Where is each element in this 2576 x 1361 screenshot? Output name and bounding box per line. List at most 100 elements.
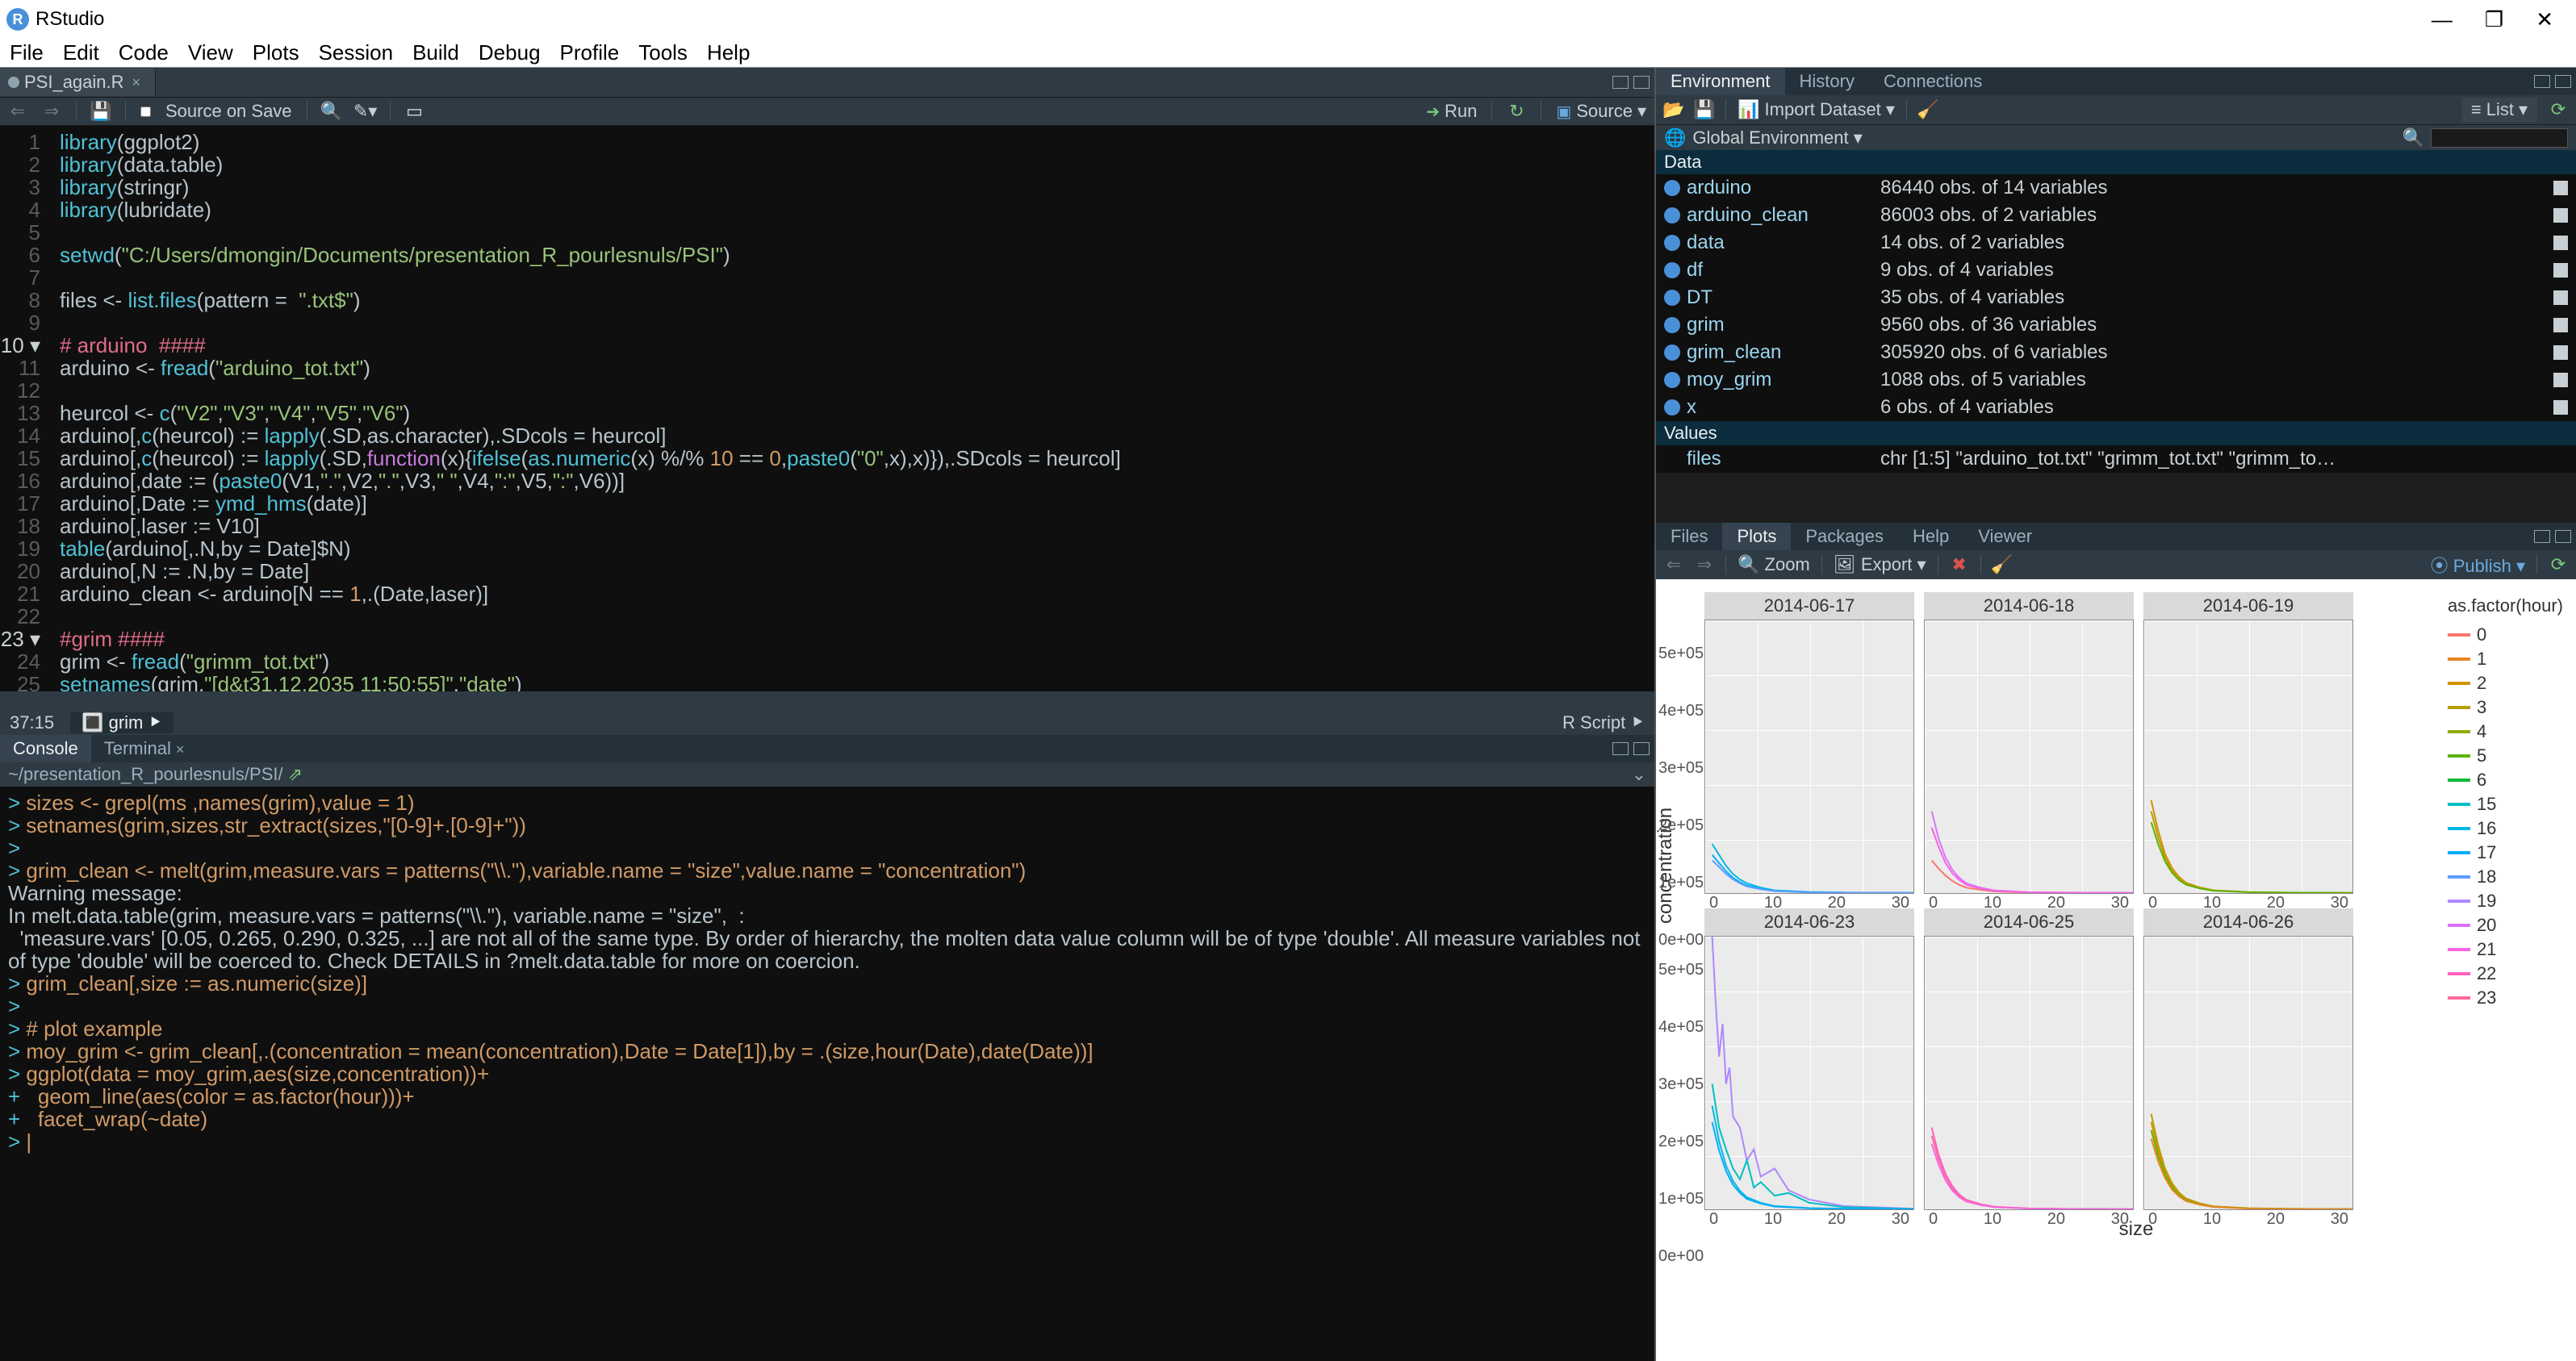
menu-build[interactable]: Build: [412, 40, 459, 65]
save-icon[interactable]: 💾: [91, 102, 111, 121]
pane-minimize-icon[interactable]: [2534, 75, 2550, 88]
clear-env-icon[interactable]: 🧹: [1918, 100, 1938, 119]
menu-plots[interactable]: Plots: [253, 40, 299, 65]
grid-icon[interactable]: [2553, 400, 2568, 415]
pane-minimize-icon[interactable]: [1612, 742, 1629, 755]
find-icon[interactable]: 🔍: [322, 102, 341, 121]
grid-icon[interactable]: [2553, 345, 2568, 360]
menu-tools[interactable]: Tools: [638, 40, 688, 65]
source-on-save-label: Source on Save: [165, 101, 292, 122]
terminal-tab[interactable]: Terminal ×: [91, 735, 198, 762]
grid-icon[interactable]: [2553, 318, 2568, 332]
pane-maximize-icon[interactable]: [1633, 76, 1650, 89]
files-tab[interactable]: Files: [1656, 523, 1722, 550]
env-item-arduino[interactable]: arduino86440 obs. of 14 variables: [1656, 174, 2576, 202]
run-icon: ➔: [1426, 102, 1440, 122]
forward-icon[interactable]: ⇒: [42, 102, 61, 121]
env-item-x[interactable]: x6 obs. of 4 variables: [1656, 394, 2576, 421]
view-mode-button[interactable]: ≡ List ▾: [2461, 98, 2537, 122]
env-item-data[interactable]: data14 obs. of 2 variables: [1656, 229, 2576, 257]
menubar: File Edit Code View Plots Session Build Debug Pr…: [0, 39, 2576, 68]
maximize-button[interactable]: ❐: [2485, 7, 2503, 32]
source-button[interactable]: ▣ Source ▾: [1556, 101, 1646, 122]
pane-maximize-icon[interactable]: [2555, 75, 2571, 88]
clear-plots-icon[interactable]: 🧹: [1993, 555, 2012, 574]
clear-console-icon[interactable]: ⌄: [1632, 764, 1646, 785]
file-type-label[interactable]: R Script ⯈: [1562, 712, 1645, 733]
code-editor[interactable]: 12345678910 ▾11121314151617181920212223 …: [0, 126, 1654, 691]
source-on-save-checkbox[interactable]: [140, 106, 151, 117]
packages-tab[interactable]: Packages: [1791, 523, 1898, 550]
environment-tab[interactable]: Environment: [1656, 68, 1785, 95]
prev-plot-icon[interactable]: ⇐: [1664, 555, 1683, 574]
history-tab[interactable]: History: [1785, 68, 1869, 95]
grid-icon[interactable]: [2553, 373, 2568, 387]
refresh-icon[interactable]: ⟳: [2549, 100, 2568, 119]
env-item-moy_grim[interactable]: moy_grim1088 obs. of 5 variables: [1656, 366, 2576, 394]
notebook-icon[interactable]: ▭: [405, 102, 424, 121]
current-function-label[interactable]: 🔳 grim ⯈: [70, 712, 174, 733]
editor-h-scrollbar[interactable]: [0, 691, 1654, 711]
minimize-button[interactable]: —: [2432, 7, 2453, 32]
scope-icon: 🌐: [1664, 127, 1686, 148]
pane-minimize-icon[interactable]: [2534, 530, 2550, 543]
zoom-button[interactable]: 🔍 Zoom: [1738, 554, 1810, 575]
close-tab-icon[interactable]: ×: [132, 74, 141, 91]
menu-edit[interactable]: Edit: [63, 40, 99, 65]
plots-toolbar: ⇐ ⇒ 🔍 Zoom 🖼 Export ▾ ✖ 🧹 ⦿ Publish ▾ ⟳: [1656, 550, 2576, 579]
env-item-arduino_clean[interactable]: arduino_clean86003 obs. of 2 variables: [1656, 202, 2576, 229]
env-search-input[interactable]: [2431, 128, 2568, 148]
source-tab[interactable]: PSI_again.R ×: [0, 69, 156, 96]
save-workspace-icon[interactable]: 💾: [1695, 100, 1714, 119]
working-dir[interactable]: ~/presentation_R_pourlesnuls/PSI/: [8, 764, 283, 785]
refresh-plot-icon[interactable]: ⟳: [2549, 555, 2568, 574]
console-output[interactable]: > sizes <- grepl(ms ,names(grim),value =…: [0, 787, 1654, 1361]
open-wd-icon[interactable]: ⇗: [288, 764, 303, 785]
env-item-DT[interactable]: DT35 obs. of 4 variables: [1656, 284, 2576, 311]
menu-session[interactable]: Session: [319, 40, 394, 65]
env-item-grim_clean[interactable]: grim_clean305920 obs. of 6 variables: [1656, 339, 2576, 366]
menu-view[interactable]: View: [188, 40, 233, 65]
env-item-grim[interactable]: grim9560 obs. of 36 variables: [1656, 311, 2576, 339]
menu-profile[interactable]: Profile: [560, 40, 620, 65]
app-title: RStudio: [36, 8, 104, 31]
load-workspace-icon[interactable]: 📂: [1664, 100, 1683, 119]
env-toolbar: 📂 💾 📊 Import Dataset ▾ 🧹 ≡ List ▾ ⟳: [1656, 95, 2576, 124]
menu-code[interactable]: Code: [119, 40, 169, 65]
menu-file[interactable]: File: [10, 40, 44, 65]
console-tab[interactable]: Console: [0, 735, 91, 762]
grid-icon[interactable]: [2553, 208, 2568, 223]
run-button[interactable]: ➔ Run: [1426, 101, 1477, 122]
export-button[interactable]: 🖼 Export ▾: [1834, 554, 1926, 575]
grid-icon[interactable]: [2553, 181, 2568, 195]
connections-tab[interactable]: Connections: [1869, 68, 1997, 95]
help-tab[interactable]: Help: [1898, 523, 1963, 550]
publish-button[interactable]: ⦿ Publish ▾: [2431, 552, 2525, 578]
grid-icon[interactable]: [2553, 263, 2568, 278]
env-item-df[interactable]: df9 obs. of 4 variables: [1656, 257, 2576, 284]
env-tabstrip: Environment History Connections: [1656, 68, 2576, 95]
menu-help[interactable]: Help: [707, 40, 750, 65]
grid-icon[interactable]: [2553, 236, 2568, 250]
env-item-files[interactable]: fileschr [1:5] "arduino_tot.txt" "grimm_…: [1656, 445, 2576, 473]
pane-maximize-icon[interactable]: [1633, 742, 1650, 755]
source-tab-name: PSI_again.R: [24, 72, 124, 93]
environment-list: Dataarduino86440 obs. of 14 variablesard…: [1656, 150, 2576, 523]
menu-debug[interactable]: Debug: [479, 40, 541, 65]
window-titlebar: R RStudio — ❐ ✕: [0, 0, 2576, 39]
rerun-icon[interactable]: ↻: [1507, 102, 1526, 121]
pane-maximize-icon[interactable]: [2555, 530, 2571, 543]
plots-tab[interactable]: Plots: [1722, 523, 1791, 550]
wand-icon[interactable]: ✎▾: [356, 102, 375, 121]
viewer-tab[interactable]: Viewer: [1963, 523, 2047, 550]
file-icon: [8, 77, 19, 88]
editor-statusbar: 37:15 🔳 grim ⯈ R Script ⯈: [0, 711, 1654, 735]
close-button[interactable]: ✕: [2536, 7, 2553, 32]
scope-selector[interactable]: Global Environment ▾: [1692, 127, 1862, 148]
next-plot-icon[interactable]: ⇒: [1695, 555, 1714, 574]
pane-minimize-icon[interactable]: [1612, 76, 1629, 89]
remove-plot-icon[interactable]: ✖: [1950, 555, 1969, 574]
grid-icon[interactable]: [2553, 290, 2568, 305]
import-dataset-button[interactable]: 📊 Import Dataset ▾: [1738, 99, 1895, 120]
back-icon[interactable]: ⇐: [8, 102, 27, 121]
